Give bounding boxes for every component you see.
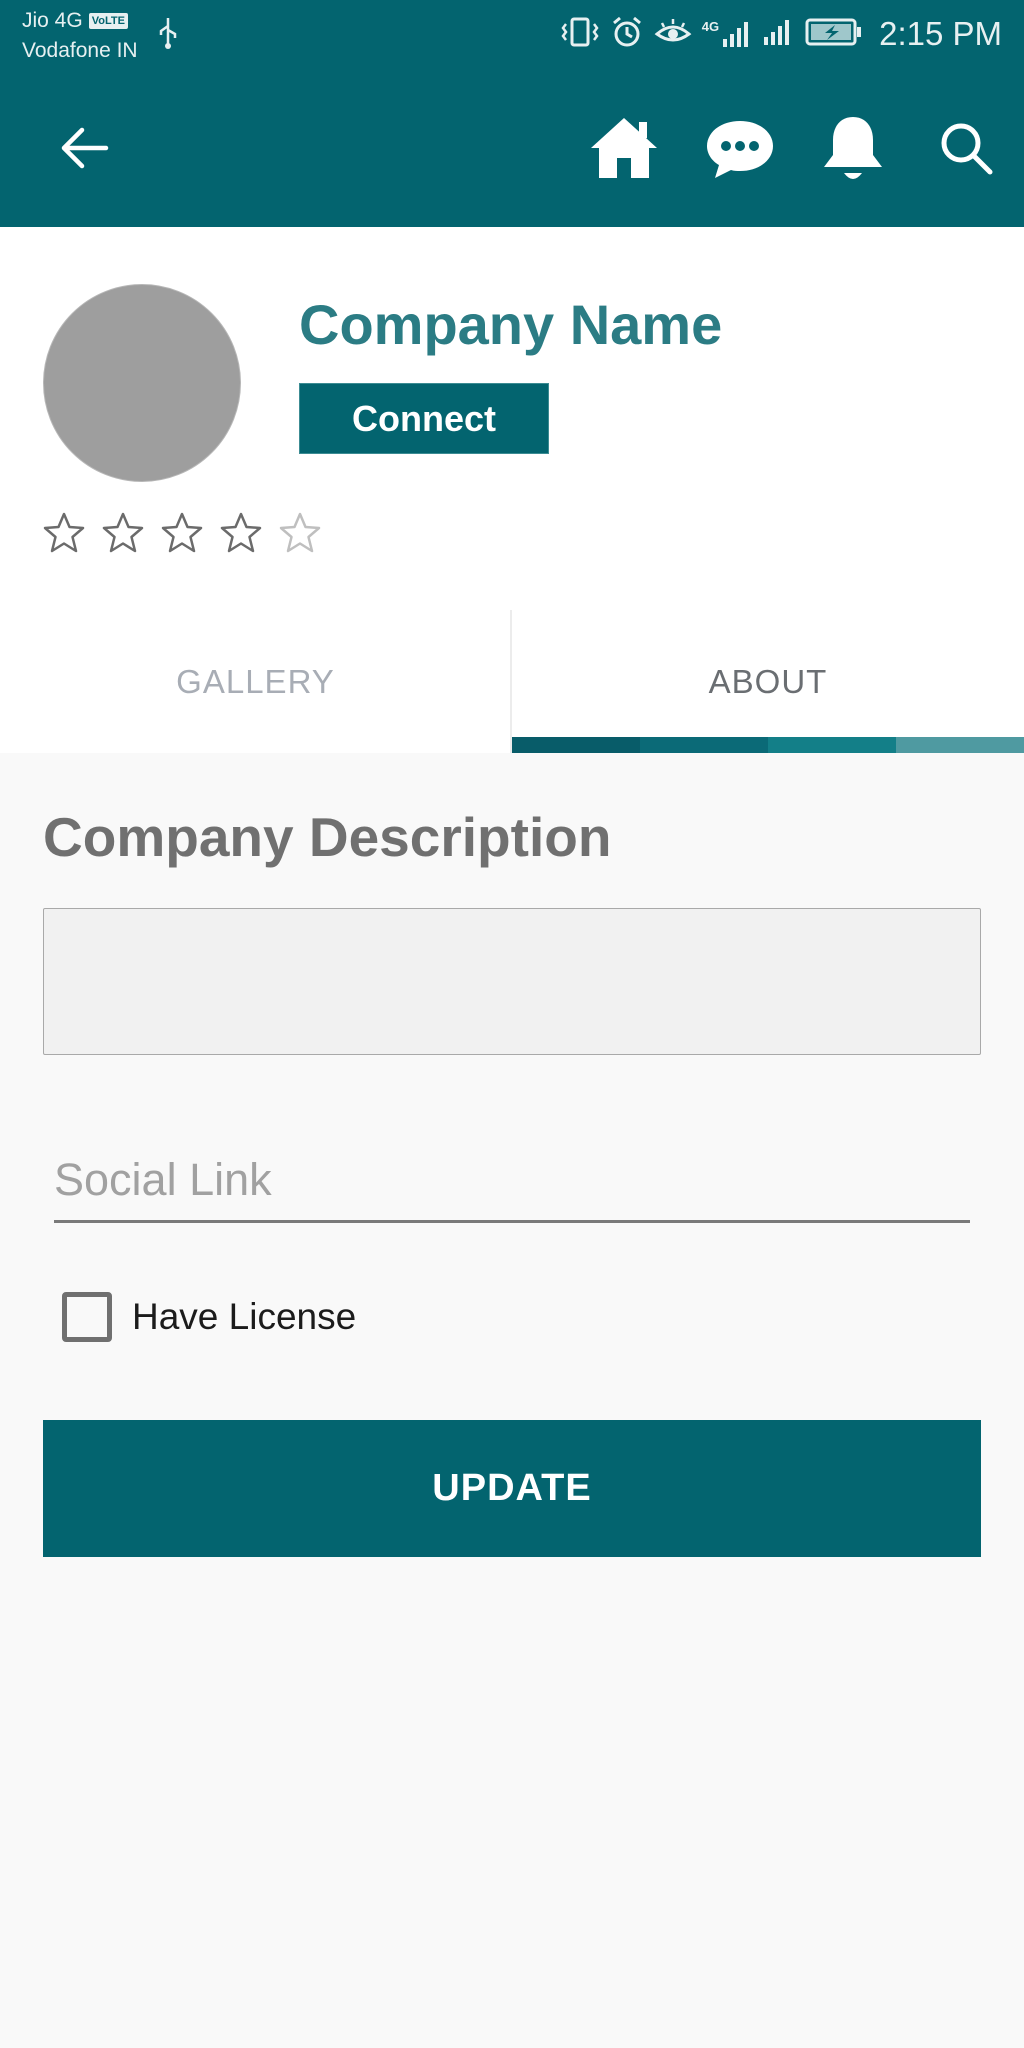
star-icon-rated[interactable] [219, 511, 263, 555]
vibrate-icon [560, 16, 600, 53]
status-bar-icons: 4G 2:15 PM [560, 12, 1002, 56]
carrier-1: Jio 4G [22, 9, 83, 32]
company-name: Company Name [299, 293, 723, 356]
status-time: 2:15 PM [879, 15, 1002, 52]
have-license-label: Have License [132, 1296, 357, 1337]
volte-badge: VoLTE [88, 13, 128, 29]
eye-comfort-icon [654, 17, 692, 52]
star-icon-unrated[interactable] [278, 511, 322, 555]
alarm-icon [610, 15, 644, 54]
search-icon[interactable] [936, 118, 996, 178]
tab-about[interactable]: ABOUT [512, 610, 1024, 753]
have-license-row[interactable]: Have License [62, 1292, 356, 1342]
indicator-segment [640, 737, 768, 753]
chat-icon[interactable] [704, 118, 776, 180]
signal-4g-icon: 4G [702, 19, 751, 49]
star-icon-rated[interactable] [42, 511, 86, 555]
top-app-bar: Jio 4G VoLTE Vodafone IN 4G 2:15 PM [0, 0, 1024, 227]
social-link-input[interactable] [54, 1140, 970, 1223]
network-type-label: 4G [701, 19, 720, 34]
rating-stars[interactable] [42, 511, 322, 555]
home-icon[interactable] [588, 112, 660, 182]
connect-button[interactable]: Connect [299, 383, 549, 454]
section-title: Company Description [43, 806, 612, 868]
star-icon-rated[interactable] [160, 511, 204, 555]
back-arrow-icon[interactable] [52, 118, 116, 178]
bell-icon[interactable] [818, 112, 888, 186]
status-bar-carriers: Jio 4G VoLTE Vodafone IN [22, 6, 138, 66]
battery-charging-icon [805, 17, 863, 52]
have-license-checkbox[interactable] [62, 1292, 112, 1342]
signal-icon [761, 17, 795, 52]
usb-icon [156, 16, 180, 55]
indicator-segment [768, 737, 896, 753]
tab-bar: GALLERY ABOUT [0, 610, 1024, 753]
company-avatar[interactable] [43, 284, 241, 482]
update-button[interactable]: UPDATE [43, 1420, 981, 1557]
indicator-segment [512, 737, 640, 753]
star-icon-rated[interactable] [101, 511, 145, 555]
company-description-field[interactable] [43, 908, 981, 1055]
indicator-segment [896, 737, 1024, 753]
active-tab-indicator [512, 737, 1024, 753]
carrier-2: Vodafone IN [22, 39, 138, 62]
tab-gallery[interactable]: GALLERY [0, 610, 511, 753]
